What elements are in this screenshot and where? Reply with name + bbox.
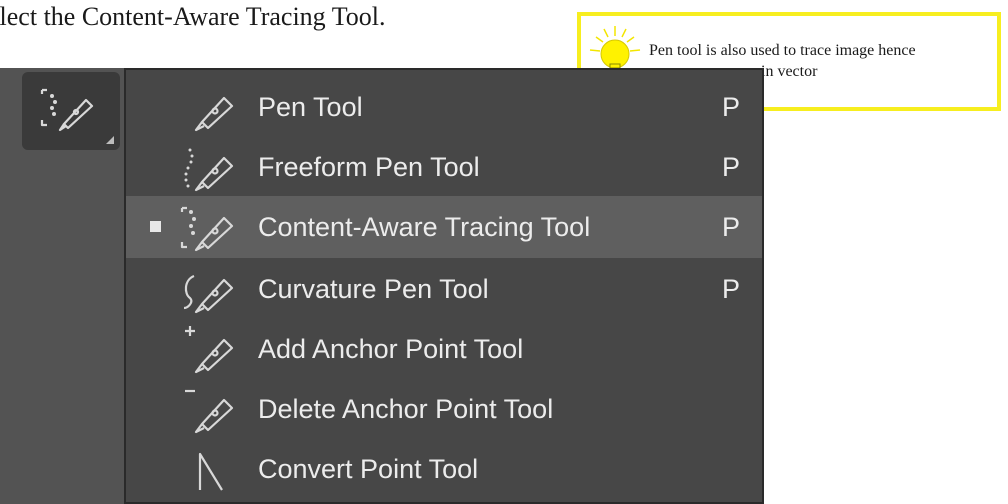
menu-item-add-anchor-point-tool[interactable]: Add Anchor Point Tool xyxy=(126,318,762,380)
freeform-pen-icon xyxy=(184,148,234,192)
menu-item-label: Freeform Pen Tool xyxy=(258,152,480,182)
menu-item-label: Pen Tool xyxy=(258,92,363,122)
content-aware-tracing-icon xyxy=(40,88,94,132)
menu-item-convert-point-tool[interactable]: Convert Point Tool xyxy=(126,438,762,500)
menu-item-label: Convert Point Tool xyxy=(258,454,479,484)
pen-icon xyxy=(194,96,234,132)
menu-item-freeform-pen-tool[interactable]: Freeform Pen Tool P xyxy=(126,136,762,198)
menu-item-content-aware-tracing-tool[interactable]: Content-Aware Tracing Tool P xyxy=(126,196,762,258)
menu-item-pen-tool[interactable]: Pen Tool P xyxy=(126,76,762,138)
pen-tool-group-button[interactable] xyxy=(22,72,120,150)
delete-anchor-point-icon xyxy=(185,389,234,434)
menu-item-delete-anchor-point-tool[interactable]: Delete Anchor Point Tool xyxy=(126,378,762,440)
menu-item-shortcut: P xyxy=(722,92,741,122)
menu-item-label: Add Anchor Point Tool xyxy=(258,334,524,364)
add-anchor-point-icon xyxy=(185,326,234,374)
menu-item-label: Curvature Pen Tool xyxy=(258,274,489,304)
menu-item-shortcut: P xyxy=(722,152,741,182)
curvature-pen-icon xyxy=(183,274,234,314)
menu-item-shortcut: P xyxy=(722,212,741,242)
pen-tools-flyout-menu: Pen Tool P Freeform Pen Tool P Content-A… xyxy=(124,68,764,504)
callout-line-1: Pen tool is also used to trace image hen… xyxy=(649,42,916,59)
menu-item-label: Content-Aware Tracing Tool xyxy=(258,212,591,242)
menu-item-shortcut: P xyxy=(722,274,741,304)
menu-item-label: Delete Anchor Point Tool xyxy=(258,394,554,424)
instruction-text: elect the Content-Aware Tracing Tool. xyxy=(0,2,386,31)
selected-indicator-icon xyxy=(150,221,161,232)
tools-panel xyxy=(0,68,124,504)
convert-point-icon xyxy=(198,452,223,491)
flyout-indicator-icon xyxy=(106,136,114,144)
content-aware-tracing-icon xyxy=(180,206,234,252)
menu-item-curvature-pen-tool[interactable]: Curvature Pen Tool P xyxy=(126,258,762,320)
